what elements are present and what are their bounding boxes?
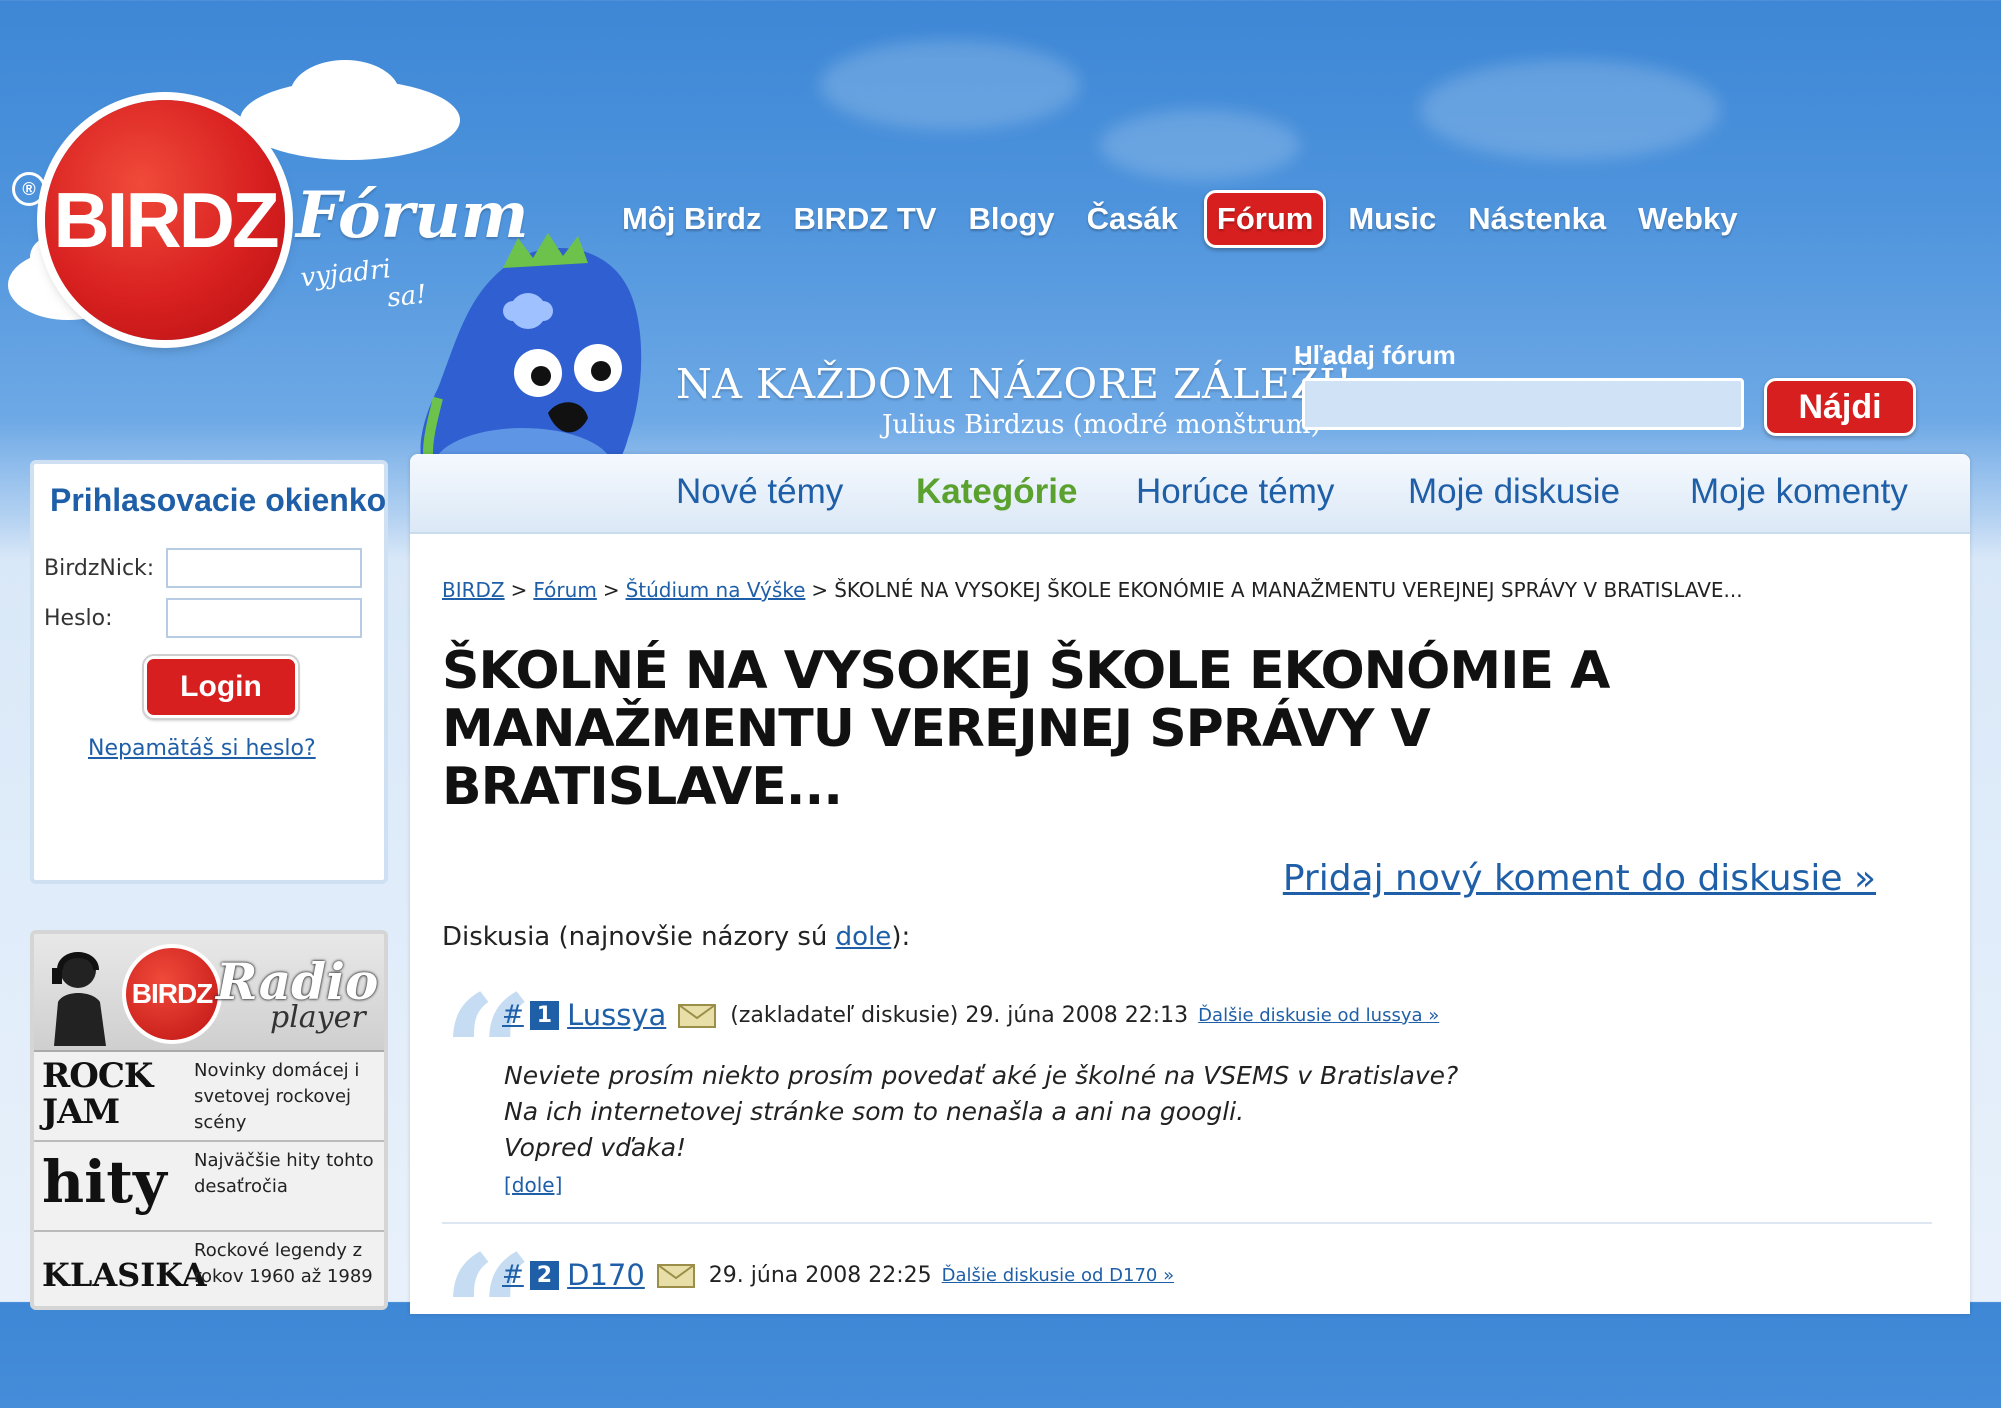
- headphones-man-icon: [52, 952, 106, 1046]
- sky-cloud: [820, 40, 1080, 130]
- envelope-icon[interactable]: [656, 1262, 695, 1288]
- radio-station-rock-jam[interactable]: ROCK JAM Novinky domácej i svetovej rock…: [34, 1052, 384, 1142]
- breadcrumb-separator: >: [811, 578, 829, 602]
- radio-station-klasika[interactable]: KLASIKA Rockové legendy z rokov 1960 až …: [34, 1232, 384, 1306]
- more-discussions-link[interactable]: Ďalšie diskusie od D170 »: [942, 1265, 1174, 1286]
- password-label: Heslo:: [44, 606, 113, 631]
- jump-down-link[interactable]: dole: [836, 922, 892, 952]
- nav-birdz-tv[interactable]: BIRDZ TV: [794, 201, 937, 237]
- post-line: Vopred vďaka!: [504, 1133, 687, 1162]
- login-title: Prihlasovacie okienko: [50, 482, 387, 518]
- radio-brand-circle: BIRDZ: [122, 944, 222, 1044]
- breadcrumb-separator: >: [510, 578, 528, 602]
- radio-player[interactable]: BIRDZ Radio player ROCK JAM Novinky domá…: [30, 930, 388, 1310]
- tab-horuce-temy[interactable]: Horúce témy: [1136, 472, 1334, 512]
- post-header: # 2 D170 29. júna 2008 22:25 Ďalšie disk…: [502, 1258, 1174, 1292]
- breadcrumb-separator: >: [602, 578, 620, 602]
- post-number: 2: [529, 1260, 560, 1290]
- password-input[interactable]: [166, 598, 362, 638]
- post-permalink[interactable]: #: [502, 1260, 524, 1290]
- search-button[interactable]: Nájdi: [1764, 378, 1916, 436]
- breadcrumb-category[interactable]: Štúdium na Výške: [626, 578, 806, 602]
- main-panel: Nové témy Kategórie Horúce témy Moje dis…: [410, 454, 1970, 1394]
- nav-nastenka[interactable]: Nástenka: [1468, 201, 1606, 237]
- sky-cloud: [1100, 110, 1300, 180]
- post-body: Neviete prosím niekto prosím povedať aké…: [504, 1058, 1458, 1203]
- tab-kategorie[interactable]: Kategórie: [916, 472, 1077, 512]
- page-title: ŠKOLNÉ NA VYSOKEJ ŠKOLE EKONÓMIE A MANAŽ…: [442, 641, 1610, 817]
- station-name: hity: [42, 1148, 167, 1216]
- logo-cloud: [290, 60, 400, 130]
- post-line: Neviete prosím niekto prosím povedať aké…: [504, 1061, 1459, 1090]
- nav-forum[interactable]: Fórum: [1203, 190, 1327, 248]
- login-box: Prihlasovacie okienko BirdzNick: Heslo: …: [30, 460, 388, 884]
- breadcrumb-forum[interactable]: Fórum: [533, 578, 596, 602]
- post-line: Na ich internetovej stránke som to nenaš…: [504, 1097, 1245, 1126]
- post-meta: 29. júna 2008 22:25: [708, 1262, 932, 1288]
- discussion-intro-text: Diskusia (najnovšie názory sú: [442, 922, 836, 952]
- breadcrumb-current: ŠKOLNÉ NA VYSOKEJ ŠKOLE EKONÓMIE A MANAŽ…: [834, 578, 1743, 602]
- tab-nove-temy[interactable]: Nové témy: [676, 472, 843, 512]
- add-comment-link[interactable]: Pridaj nový koment do diskusie »: [1283, 858, 1876, 899]
- discussion-intro: Diskusia (najnovšie názory sú dole):: [442, 922, 910, 952]
- station-name: ROCK JAM: [42, 1056, 153, 1132]
- nick-input[interactable]: [166, 548, 362, 588]
- nick-label: BirdzNick:: [44, 556, 155, 581]
- breadcrumb-birdz[interactable]: BIRDZ: [442, 578, 505, 602]
- forgot-password-link[interactable]: Nepamätáš si heslo?: [88, 736, 316, 761]
- registered-icon: ®: [12, 172, 46, 206]
- nav-music[interactable]: Music: [1348, 201, 1436, 237]
- sky-cloud: [1420, 60, 1720, 160]
- top-nav: Môj Birdz BIRDZ TV Blogy Časák Fórum Mus…: [622, 190, 1769, 248]
- slogan-author: Julius Birdzus (modré monštrum): [882, 410, 1321, 440]
- forum-tabs: Nové témy Kategórie Horúce témy Moje dis…: [410, 454, 1970, 534]
- post-divider: [442, 1222, 1932, 1224]
- slogan: NA KAŽDOM NÁZORE ZÁLEŽÍ!: [676, 360, 1353, 408]
- tab-moje-diskusie[interactable]: Moje diskusie: [1408, 472, 1620, 512]
- station-desc: Novinky domácej i svetovej rockovej scén…: [194, 1060, 360, 1133]
- post-author-link[interactable]: Lussya: [567, 998, 666, 1032]
- forum-search-input[interactable]: [1302, 378, 1744, 430]
- radio-header[interactable]: BIRDZ Radio player: [34, 934, 384, 1052]
- search-label: Hľadaj fórum: [1294, 340, 1456, 370]
- post-number: 1: [529, 1000, 560, 1030]
- station-desc: Najväčšie hity tohto desaťročia: [194, 1150, 374, 1197]
- nav-webky[interactable]: Webky: [1638, 201, 1737, 237]
- breadcrumb: BIRDZ > Fórum > Štúdium na Výške > ŠKOLNÉ NA V…: [442, 578, 1743, 602]
- tab-moje-komenty[interactable]: Moje komenty: [1690, 472, 1908, 512]
- envelope-icon[interactable]: [678, 1002, 717, 1028]
- nav-casak[interactable]: Časák: [1087, 201, 1178, 237]
- post-permalink[interactable]: #: [502, 1000, 524, 1030]
- nav-blogy[interactable]: Blogy: [968, 201, 1054, 237]
- station-name: KLASIKA: [42, 1256, 207, 1294]
- radio-station-hity[interactable]: hity Najväčšie hity tohto desaťročia: [34, 1142, 384, 1232]
- jump-down-link[interactable]: [dole]: [504, 1173, 562, 1197]
- login-button[interactable]: Login: [144, 656, 298, 718]
- logo-tagline-1: vyjadri: [299, 254, 393, 294]
- post-meta: (zakladateľ diskusie) 29. júna 2008 22:1…: [730, 1002, 1189, 1028]
- discussion-intro-end: ):: [891, 922, 911, 952]
- more-discussions-link[interactable]: Ďalšie diskusie od lussya »: [1198, 1005, 1439, 1026]
- post-author-link[interactable]: D170: [567, 1258, 645, 1292]
- birdz-logo-circle: BIRDZ: [45, 100, 285, 340]
- station-desc: Rockové legendy z rokov 1960 až 1989: [194, 1240, 373, 1287]
- logo-brand: BIRDZ: [53, 175, 279, 264]
- post-header: # 1 Lussya (zakladateľ diskusie) 29. jún…: [502, 998, 1439, 1032]
- radio-subtitle: player: [270, 1000, 366, 1035]
